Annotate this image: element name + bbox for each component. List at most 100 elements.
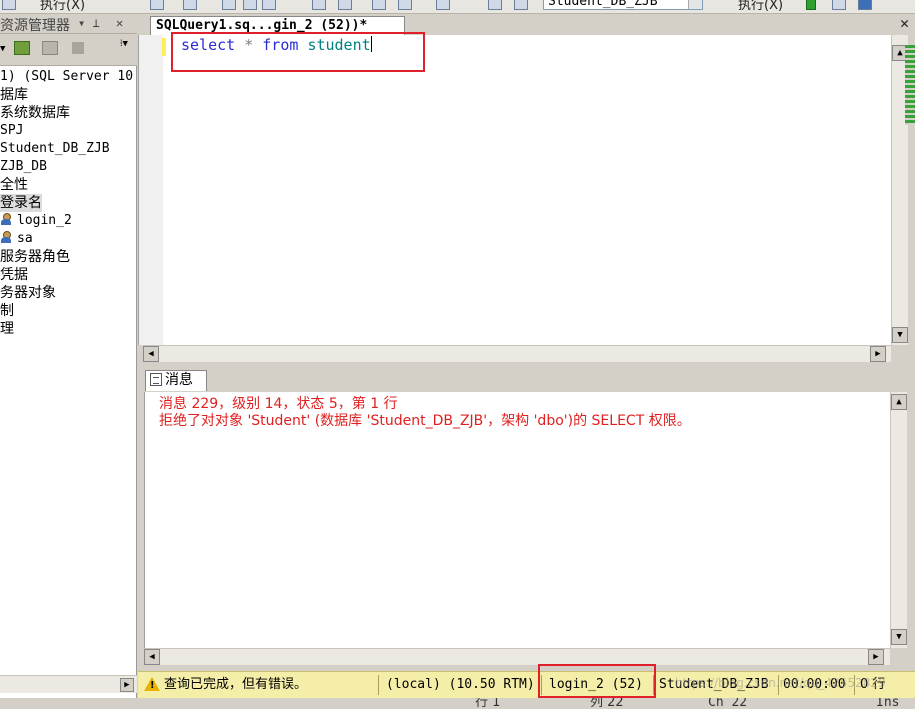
toolbar-icon[interactable] — [372, 0, 386, 10]
scroll-right-icon[interactable]: ▶ — [868, 649, 884, 665]
play-icon[interactable] — [806, 0, 816, 10]
tree-node[interactable]: login_2 — [0, 212, 72, 230]
stop-icon[interactable] — [832, 0, 846, 10]
highlight-box-login — [538, 664, 656, 698]
watermark-text: https://blog.csdn.net/qq_42552829 — [675, 676, 886, 690]
results-tab-strip: 消息 — [138, 369, 915, 391]
tree-node-label: 制 — [0, 303, 14, 319]
change-indicator — [162, 38, 166, 56]
editor-status-strip: 行 1 列 22 Ch 22 Ins — [0, 698, 915, 709]
tree-node[interactable]: Student_DB_ZJB — [0, 140, 110, 158]
close-icon[interactable]: ✕ — [116, 16, 123, 30]
pin-icon[interactable]: ▾ ⊥ — [78, 16, 100, 30]
tree-node[interactable]: 登录名 — [0, 194, 42, 212]
tree-node-label: 登录名 — [0, 195, 42, 211]
main-toolbar: 执行(X) Student_DB_ZJB 执行(X) — [0, 0, 915, 14]
messages-hscroll[interactable]: ◀ ▶ — [144, 648, 890, 665]
tree-node-label: Student_DB_ZJB — [0, 141, 110, 156]
tree-node-label: 务器对象 — [0, 285, 56, 301]
user-icon — [0, 231, 12, 244]
toolbar-icon[interactable] — [2, 0, 16, 10]
database-combo[interactable]: Student_DB_ZJB — [543, 0, 703, 10]
scroll-left-icon[interactable]: ◀ — [143, 346, 159, 362]
user-icon — [0, 213, 12, 226]
execute-button[interactable]: 执行(X) — [40, 0, 85, 13]
scroll-right-icon[interactable]: ▶ — [870, 346, 886, 362]
tab-messages-label: 消息 — [165, 372, 193, 388]
editor-margin — [139, 35, 163, 345]
tree-node-label: sa — [17, 231, 33, 246]
explorer-hscroll[interactable]: ▶ — [0, 675, 137, 693]
tree-node[interactable]: SPJ — [0, 122, 23, 140]
tree-node[interactable]: sa — [0, 230, 33, 248]
tree-node[interactable]: ZJB_DB — [0, 158, 47, 176]
tree-node-label: 据库 — [0, 87, 28, 103]
tree-node[interactable]: 凭据 — [0, 266, 28, 284]
scroll-right-icon[interactable]: ▶ — [120, 678, 134, 692]
tab-messages[interactable]: 消息 — [145, 370, 207, 391]
tree-node-label: 1) (SQL Server 10 — [0, 69, 134, 84]
execute-button-2[interactable]: 执行(X) — [738, 0, 783, 13]
warning-icon: ! — [144, 677, 160, 691]
close-icon[interactable]: ✕ — [900, 14, 909, 32]
chevron-down-icon[interactable] — [688, 0, 702, 9]
tab-title: SQLQuery1.sq...gin_2 (52))* — [156, 18, 368, 33]
toolbar-icon[interactable] — [312, 0, 326, 10]
tree-node-label: 凭据 — [0, 267, 28, 283]
explorer-toolbar: ▼ ⁞▼ — [0, 34, 137, 66]
toolbar-icon[interactable] — [262, 0, 276, 10]
tree-node[interactable]: 据库 — [0, 86, 28, 104]
connect-icon[interactable] — [14, 41, 30, 55]
highlight-box-query — [171, 32, 425, 72]
scroll-left-icon[interactable]: ◀ — [144, 649, 160, 665]
database-combo-value: Student_DB_ZJB — [548, 0, 658, 9]
tree-node-label: ZJB_DB — [0, 159, 47, 174]
status-message: 查询已完成，但有错误。 — [164, 677, 308, 692]
toolbar-icon[interactable] — [488, 0, 502, 10]
tree-node-label: 服务器角色 — [0, 249, 70, 265]
messages-icon — [150, 373, 162, 386]
disconnect-icon[interactable] — [42, 41, 58, 55]
toolbar-icon[interactable] — [222, 0, 236, 10]
gripper-strip — [905, 45, 915, 125]
toolbar-icon[interactable] — [398, 0, 412, 10]
tree-node-label: 全性 — [0, 177, 28, 193]
tree-node[interactable]: 制 — [0, 302, 14, 320]
editor-hscroll[interactable]: ◀ ▶ — [143, 345, 891, 362]
messages-pane[interactable]: 消息 229，级别 14，状态 5，第 1 行 拒绝了对对象 'Student'… — [144, 392, 890, 648]
scroll-down-icon[interactable]: ▼ — [891, 629, 907, 645]
stop-icon[interactable] — [72, 42, 84, 54]
check-icon[interactable] — [858, 0, 872, 10]
toolbar-icon[interactable] — [514, 0, 528, 10]
tree-node-label: 理 — [0, 321, 14, 337]
tree-node-label: 系统数据库 — [0, 105, 70, 121]
status-mode: Ins — [876, 698, 900, 709]
toolbar-icon[interactable] — [183, 0, 197, 10]
explorer-title: 资源管理器 — [0, 18, 70, 34]
tree-node[interactable]: 服务器角色 — [0, 248, 70, 266]
object-explorer: 资源管理器 ▾ ⊥ ✕ ▼ ⁞▼ 1) (SQL Server 10 据库系统数据… — [0, 14, 137, 709]
status-col: 列 22 — [590, 698, 624, 709]
status-server: (local) (10.50 RTM) — [386, 677, 535, 692]
overflow-icon[interactable]: ⁞▼ — [120, 38, 136, 52]
status-separator — [378, 675, 379, 695]
tree-node-label: login_2 — [17, 213, 72, 228]
toolbar-icon[interactable] — [150, 0, 164, 10]
sql-editor[interactable]: select * from student — [138, 35, 891, 345]
messages-vscroll[interactable]: ▲ ▼ — [890, 392, 907, 648]
status-line: 行 1 — [475, 698, 501, 709]
scroll-down-icon[interactable]: ▼ — [892, 327, 908, 343]
tree-node[interactable]: 务器对象 — [0, 284, 56, 302]
tree-node[interactable]: 1) (SQL Server 10 — [0, 68, 133, 86]
error-message-line: 拒绝了对对象 'Student' (数据库 'Student_DB_ZJB'，架… — [159, 413, 691, 429]
toolbar-icon[interactable] — [243, 0, 257, 10]
explorer-title-bar: 资源管理器 ▾ ⊥ ✕ — [0, 14, 137, 34]
toolbar-icon[interactable] — [436, 0, 450, 10]
status-ch: Ch 22 — [708, 698, 748, 709]
tree-node-label: SPJ — [0, 123, 24, 138]
scroll-up-icon[interactable]: ▲ — [891, 394, 907, 410]
tree-node[interactable]: 全性 — [0, 176, 28, 194]
toolbar-icon[interactable] — [338, 0, 352, 10]
tree-node[interactable]: 理 — [0, 320, 14, 338]
tree-node[interactable]: 系统数据库 — [0, 104, 70, 122]
